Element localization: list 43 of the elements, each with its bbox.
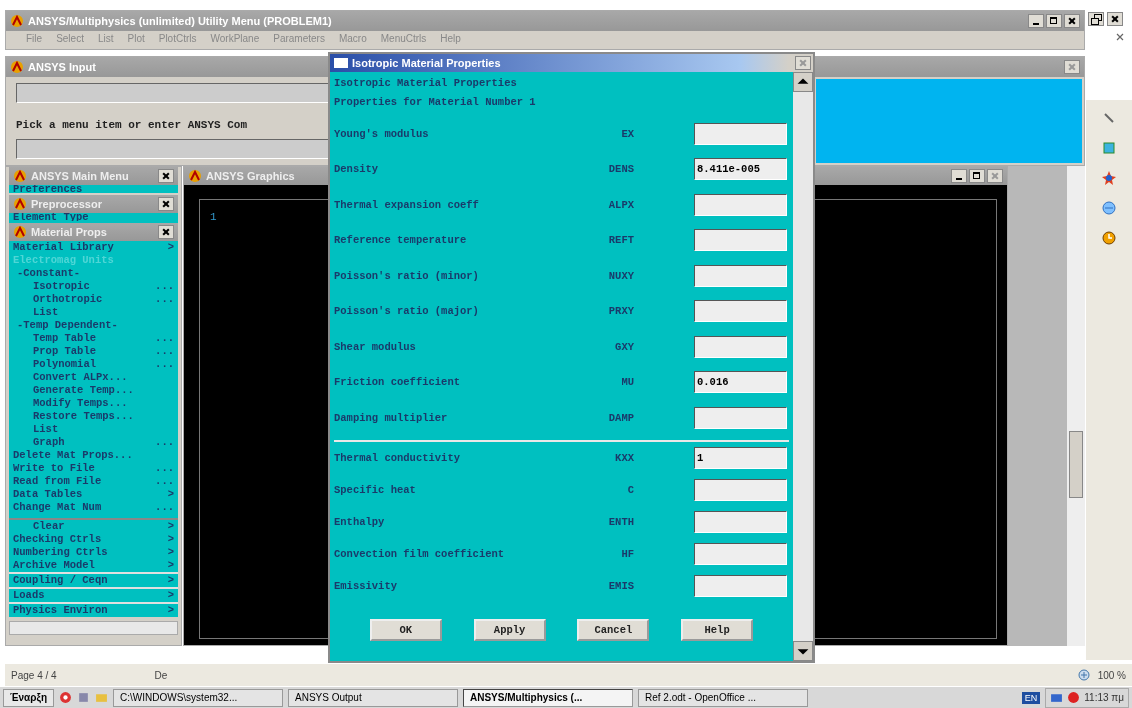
property-code: GXY: [614, 340, 634, 353]
submenu-title: Preprocessor: [31, 198, 102, 210]
property-label: Reference temperature: [334, 234, 468, 247]
property-label: Convection film coefficient: [334, 547, 506, 560]
property-label: Damping multiplier: [334, 411, 449, 424]
property-label: Shear modulus: [334, 340, 417, 353]
property-label: Density: [334, 163, 380, 176]
submenu-title: Material Props: [31, 226, 107, 238]
clock: 11:13 πμ: [1084, 692, 1124, 703]
property-label: Friction coefficient: [334, 376, 462, 389]
window-title: ANSYS Graphics: [206, 170, 295, 182]
property-label: Poisson's ratio (major): [334, 305, 480, 318]
window-title: ANSYS Input: [28, 61, 96, 73]
property-code: EMIS: [607, 579, 634, 592]
property-code: DAMP: [607, 411, 634, 424]
window-number: 1: [210, 211, 217, 223]
property-code: EX: [620, 127, 634, 140]
property-label: Thermal conductivity: [334, 451, 462, 464]
dialog-subheading: Properties for Material Number 1: [334, 95, 537, 110]
dialog-heading: Isotropic Material Properties: [334, 76, 518, 91]
property-label: Young's modulus: [334, 127, 430, 140]
property-code: ALPX: [607, 198, 634, 211]
dialog-title: Isotropic Material Properties: [352, 57, 501, 69]
property-code: MU: [620, 376, 634, 389]
window-title: ANSYS Main Menu: [31, 170, 129, 182]
property-label: Emissivity: [334, 579, 398, 592]
status-text: De: [154, 669, 168, 681]
property-code: REFT: [607, 234, 634, 247]
property-code: C: [626, 483, 634, 496]
page-indicator: Page 4 / 4: [11, 669, 57, 681]
property-code: HF: [620, 547, 634, 560]
window-title: ANSYS/Multiphysics (unlimited) Utility Menu (PROBLEM1): [28, 15, 332, 27]
property-label: Specific heat: [334, 483, 417, 496]
property-code: NUXY: [607, 269, 634, 282]
zoom-level: 100 %: [1097, 669, 1126, 681]
prompt-text: Pick a menu item or enter ANSYS Com: [16, 119, 249, 131]
property-code: KXX: [614, 451, 634, 464]
property-label: Poisson's ratio (minor): [334, 269, 480, 282]
property-label: Thermal expansion coeff: [334, 198, 480, 211]
property-label: Enthalpy: [334, 515, 386, 528]
property-code: DENS: [607, 163, 634, 176]
property-code: PRXY: [607, 305, 634, 318]
property-code: ENTH: [607, 515, 634, 528]
